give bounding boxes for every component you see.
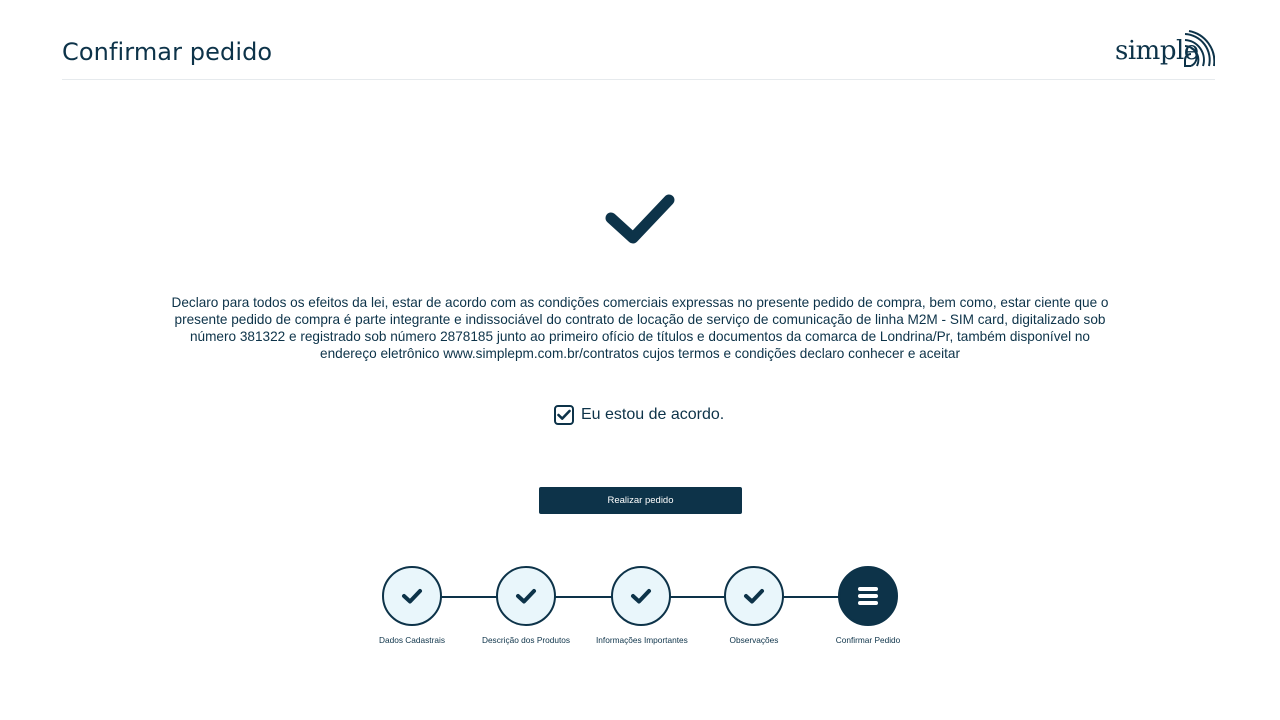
step-label: Confirmar Pedido xyxy=(835,635,901,645)
check-icon xyxy=(631,589,651,604)
declaration-text: Declaro para todos os efeitos da lei, es… xyxy=(171,295,1109,361)
page-header: Confirmar pedido simple xyxy=(62,28,1215,80)
success-check-icon xyxy=(605,194,675,244)
agree-label: Eu estou de acordo. xyxy=(581,406,725,423)
step-dados-cadastrais[interactable]: Dados Cadastrais xyxy=(367,566,457,645)
agree-checkbox-row[interactable]: Eu estou de acordo. xyxy=(554,404,724,426)
check-icon xyxy=(744,589,764,604)
step-label: Descrição dos Produtos xyxy=(481,635,571,645)
check-icon xyxy=(402,589,422,604)
step-label: Dados Cadastrais xyxy=(379,635,445,645)
step-label: Observações xyxy=(729,635,779,645)
agree-checkbox[interactable] xyxy=(554,405,574,425)
step-circle xyxy=(611,566,671,626)
simple-logo: simple xyxy=(1115,30,1215,70)
page-title: Confirmar pedido xyxy=(62,38,273,66)
step-descricao-produtos[interactable]: Descrição dos Produtos xyxy=(481,566,571,645)
submit-order-button[interactable]: Realizar pedido xyxy=(539,487,742,514)
progress-stepper: Dados Cadastrais Descrição dos Produtos … xyxy=(370,566,910,656)
checkbox-check-icon xyxy=(557,409,571,420)
step-circle xyxy=(496,566,556,626)
step-circle xyxy=(382,566,442,626)
step-circle xyxy=(724,566,784,626)
signal-waves-icon xyxy=(1184,30,1215,67)
step-confirmar-pedido[interactable]: Confirmar Pedido xyxy=(823,566,913,645)
step-circle-active xyxy=(838,566,898,626)
step-observacoes[interactable]: Observações xyxy=(709,566,799,645)
step-informacoes-importantes[interactable]: Informações Importantes xyxy=(596,566,688,645)
check-icon xyxy=(516,589,536,604)
step-label: Informações Importantes xyxy=(596,635,688,645)
list-icon xyxy=(858,587,878,605)
